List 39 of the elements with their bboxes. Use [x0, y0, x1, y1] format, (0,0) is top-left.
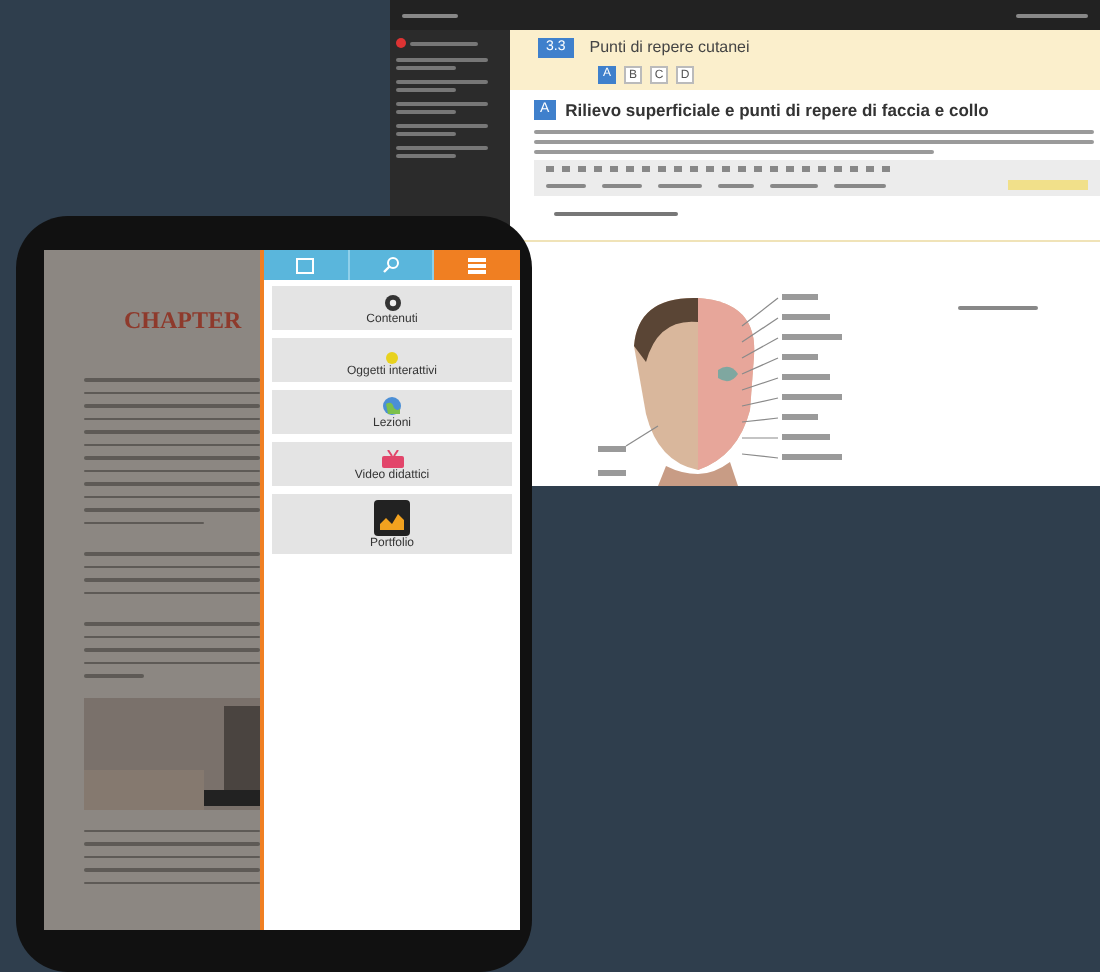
panel-tab[interactable] — [264, 250, 350, 280]
note-icon — [296, 257, 315, 273]
panel-tab[interactable] — [434, 250, 520, 280]
text-line — [770, 183, 818, 188]
chapter-title: CHAPTER — [122, 304, 244, 338]
text-line — [84, 674, 144, 677]
toolbar-badge — [1008, 180, 1088, 191]
menu-icon — [468, 257, 487, 273]
text-line — [396, 66, 456, 70]
panel-tab[interactable] — [349, 250, 435, 280]
heading: Rilievo superficiale e punti di repere di faccia e collo — [565, 97, 989, 123]
text-line — [396, 102, 488, 106]
text-line — [396, 146, 488, 150]
text-line — [396, 124, 488, 128]
text-line — [546, 183, 586, 188]
text-line — [554, 212, 678, 216]
video-icon — [381, 450, 403, 468]
text-line — [396, 58, 488, 62]
text-line — [958, 306, 1038, 310]
text-line — [410, 41, 478, 45]
dot-icon — [386, 352, 398, 364]
text-line — [658, 183, 702, 188]
text-line — [84, 521, 204, 524]
text-line — [1016, 13, 1088, 17]
alert-dot-icon — [396, 38, 406, 48]
text-line — [396, 132, 456, 136]
section-title: Punti di repere cutanei — [589, 35, 750, 60]
text-line — [718, 183, 754, 188]
text-line — [396, 110, 456, 114]
text-line — [834, 183, 886, 188]
text-line — [396, 154, 456, 158]
search-icon — [381, 256, 400, 274]
chart-icon — [374, 500, 410, 536]
text-line — [402, 13, 458, 17]
text-line — [602, 183, 642, 188]
globe-icon — [382, 396, 402, 416]
gear-icon — [383, 294, 401, 312]
text-line — [396, 88, 456, 92]
text-line — [396, 80, 488, 84]
